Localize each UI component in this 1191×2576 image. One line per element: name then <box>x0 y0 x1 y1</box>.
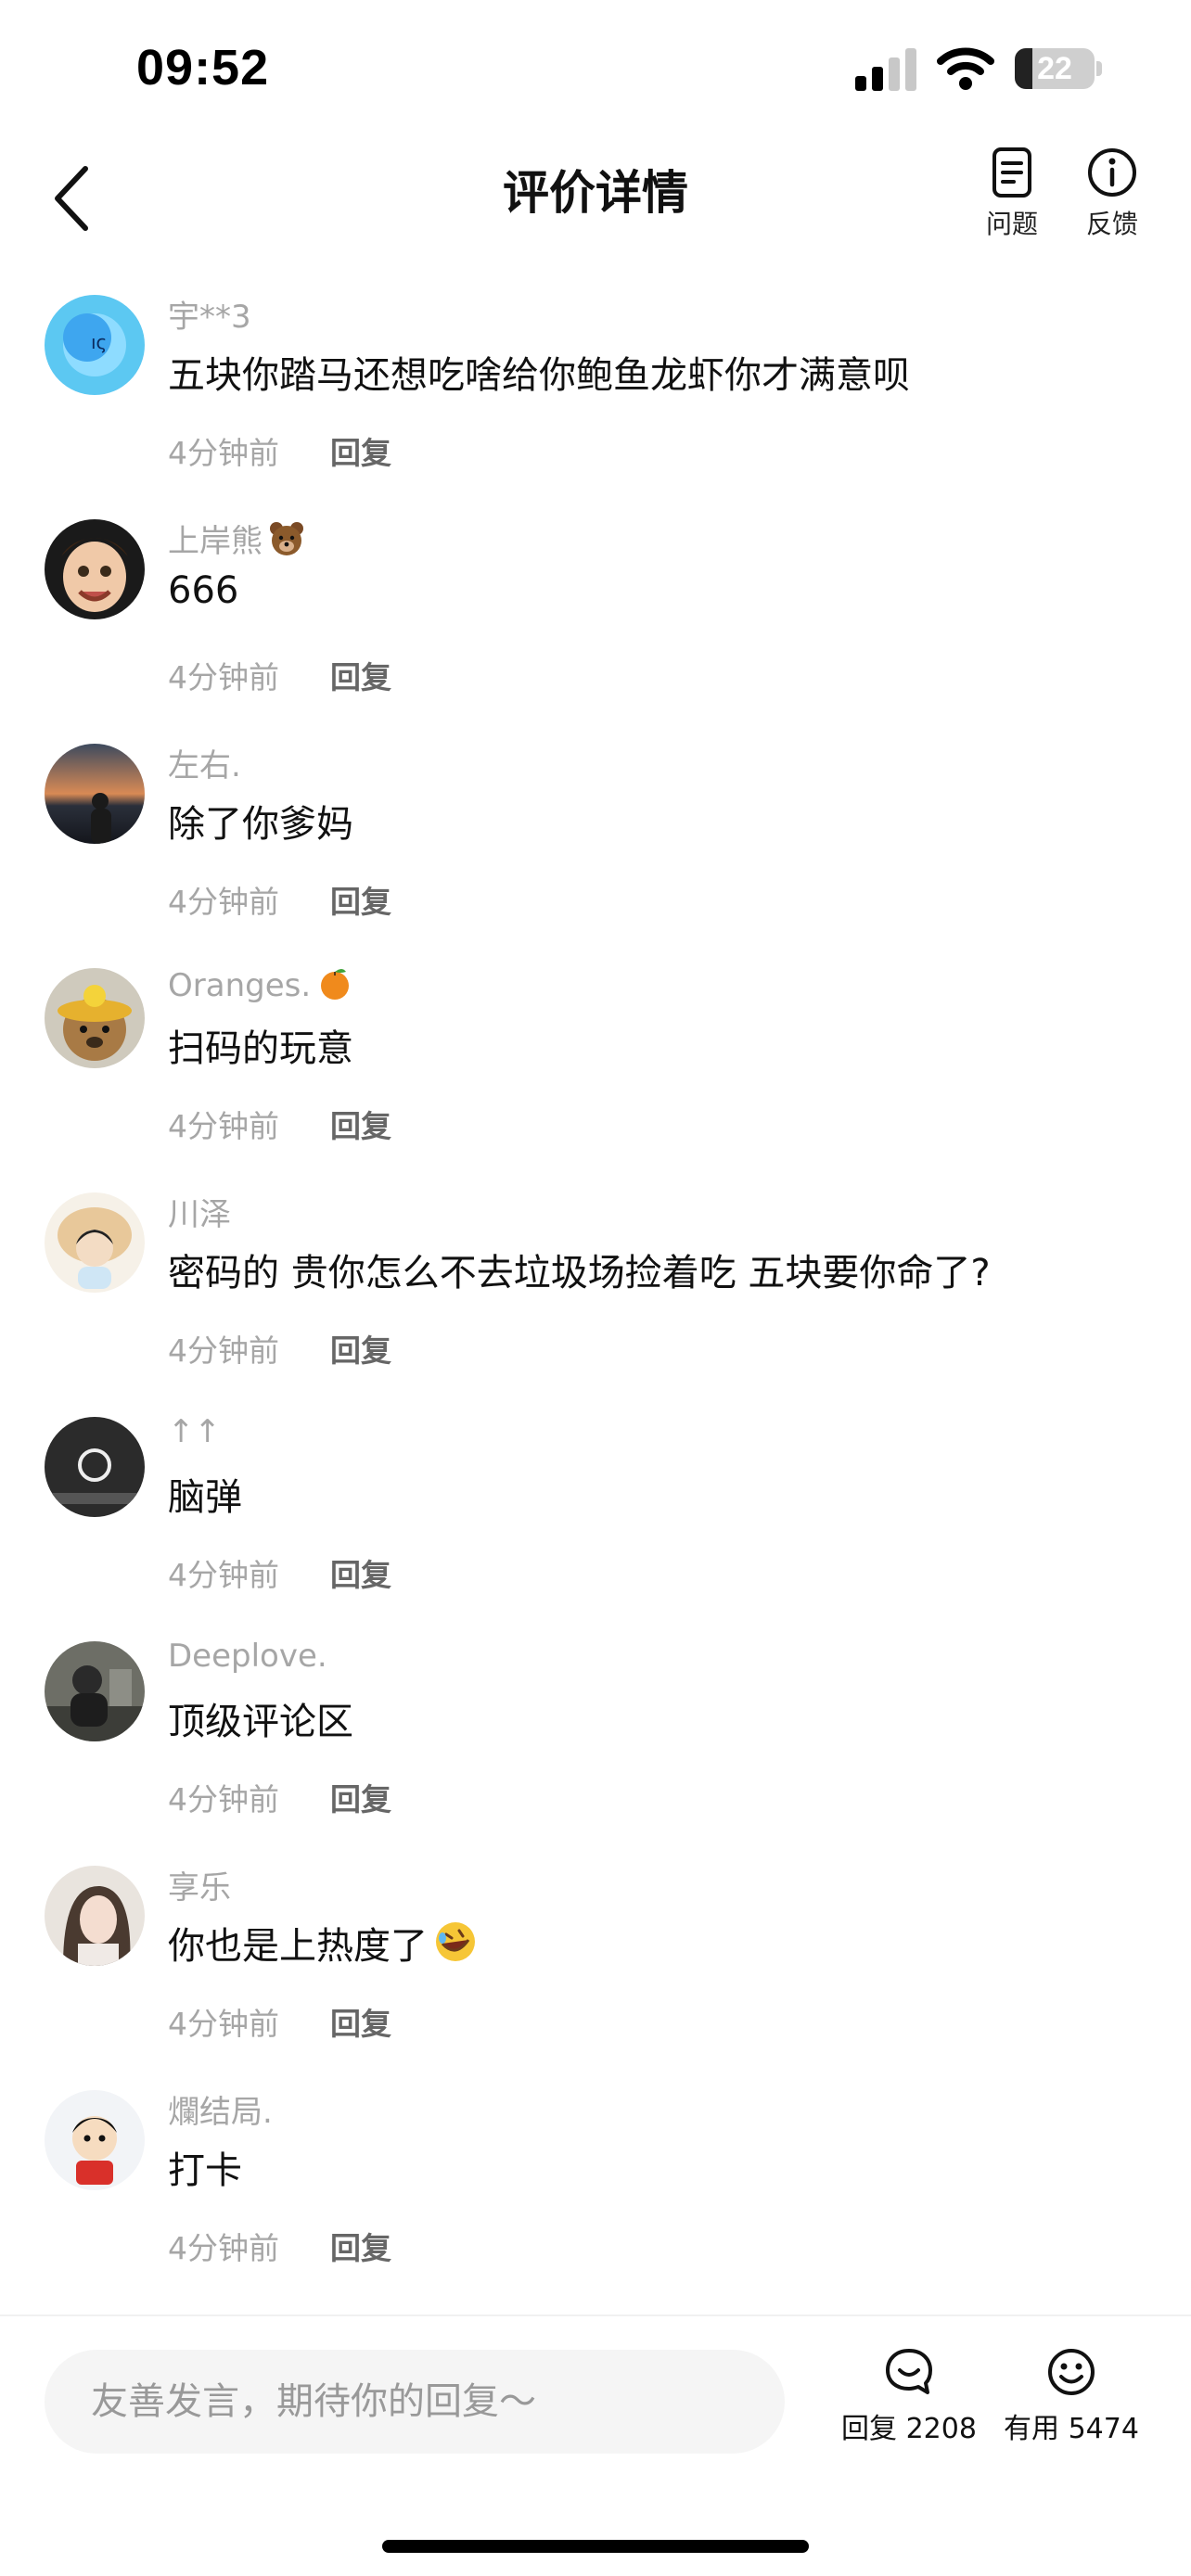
reply-button[interactable]: 回复 <box>330 1102 391 1146</box>
wifi-icon <box>937 47 994 90</box>
comment-time: 4分钟前 <box>168 2006 279 2042</box>
useful-button[interactable]: 有用 5474 <box>992 2346 1150 2446</box>
status-time: 09:52 <box>136 40 270 96</box>
rolling-laughing-emoji-icon <box>436 1922 475 1961</box>
cellular-signal-icon <box>855 48 916 91</box>
reply-button[interactable]: 回复 <box>330 1326 391 1371</box>
home-indicator <box>382 2540 809 2553</box>
avatar[interactable] <box>45 519 145 619</box>
avatar[interactable] <box>45 1192 145 1293</box>
username[interactable]: Deeplove. <box>168 1638 327 1675</box>
reply-button[interactable]: 回复 <box>330 1550 391 1595</box>
reply-button[interactable]: 回复 <box>330 428 391 473</box>
battery-icon: 22 <box>1015 48 1102 89</box>
comment-time: 4分钟前 <box>168 2230 279 2266</box>
comment-text: 脑弹 <box>168 1476 242 1519</box>
reply-count-label: 回复 2208 <box>841 2413 977 2445</box>
comment-text: 打卡 <box>168 2149 242 2192</box>
comment-item[interactable]: 上岸熊 666 4分钟前 回复 <box>0 503 1191 727</box>
feedback-button[interactable]: 反馈 <box>1070 147 1154 241</box>
comment-text: 666 <box>168 569 239 612</box>
comment-item[interactable]: 爛结局. 打卡 4分钟前 回复 <box>0 2073 1191 2298</box>
comment-item[interactable]: 左右. 除了你爹妈 4分钟前 回复 <box>0 727 1191 951</box>
avatar[interactable] <box>45 1417 145 1517</box>
username[interactable]: 川泽 <box>168 1189 231 1234</box>
comment-text: 密码的 贵你怎么不去垃圾场捡着吃 五块要你命了? <box>168 1252 991 1294</box>
tangerine-icon <box>321 969 350 1000</box>
svg-text:ıς: ıς <box>91 331 107 353</box>
avatar[interactable] <box>45 968 145 1068</box>
bear-face-icon <box>270 522 303 555</box>
avatar[interactable] <box>45 1866 145 1966</box>
chat-bubble-icon <box>886 2349 932 2394</box>
comment-text: 扫码的玩意 <box>168 1027 353 1070</box>
useful-count-label: 有用 5474 <box>1004 2413 1139 2445</box>
username[interactable]: 爛结局. <box>168 2086 273 2132</box>
issues-label: 问题 <box>985 209 1038 239</box>
avatar[interactable]: ıς <box>45 295 145 395</box>
comment-text: 除了你爹妈 <box>168 803 353 846</box>
nav-bar: 评价详情 问题 反馈 <box>0 139 1191 260</box>
comment-time: 4分钟前 <box>168 659 279 695</box>
comment-item[interactable]: ↑↑ 脑弹 4分钟前 回复 <box>0 1400 1191 1625</box>
avatar[interactable] <box>45 1641 145 1741</box>
username[interactable]: ↑↑ <box>168 1413 221 1450</box>
reply-button[interactable]: 回复 <box>330 1775 391 1819</box>
reply-count-button[interactable]: 回复 2208 <box>835 2346 983 2446</box>
smiley-icon <box>1048 2349 1095 2395</box>
comment-text: 你也是上热度了 <box>168 1916 478 1970</box>
comment-item[interactable]: 享乐 你也是上热度了 4分钟前 回复 <box>0 1849 1191 2073</box>
comment-time: 4分钟前 <box>168 1557 279 1593</box>
reply-button[interactable]: 回复 <box>330 1999 391 2044</box>
bottom-bar: 友善发言，期待你的回复～ 回复 2208 有用 5474 <box>0 2315 1191 2576</box>
battery-level: 22 <box>1037 51 1072 86</box>
comment-item[interactable]: ıς 宇**3 五块你踏马还想吃啥给你鲍鱼龙虾你才满意呗 4分钟前 回复 <box>0 278 1191 503</box>
comment-item[interactable]: Deeplove. 顶级评论区 4分钟前 回复 <box>0 1625 1191 1849</box>
comment-text: 顶级评论区 <box>168 1701 353 1743</box>
back-button[interactable] <box>45 161 100 236</box>
document-icon <box>992 147 1031 198</box>
username[interactable]: Oranges. <box>168 964 353 1004</box>
reply-button[interactable]: 回复 <box>330 877 391 922</box>
username[interactable]: 上岸熊 <box>168 516 305 561</box>
feedback-label: 反馈 <box>1085 209 1138 239</box>
chevron-left-icon <box>55 166 88 231</box>
username[interactable]: 宇**3 <box>168 291 251 337</box>
username[interactable]: 享乐 <box>168 1862 231 1907</box>
comment-list: ıς 宇**3 五块你踏马还想吃啥给你鲍鱼龙虾你才满意呗 4分钟前 回复 上岸熊… <box>0 278 1191 2298</box>
comment-input[interactable]: 友善发言，期待你的回复～ <box>45 2350 785 2454</box>
avatar[interactable] <box>45 744 145 844</box>
username[interactable]: 左右. <box>168 740 241 785</box>
comment-item[interactable]: 川泽 密码的 贵你怎么不去垃圾场捡着吃 五块要你命了? 4分钟前 回复 <box>0 1176 1191 1400</box>
info-icon <box>1088 148 1136 197</box>
comment-item[interactable]: Oranges. 扫码的玩意 4分钟前 回复 <box>0 951 1191 1176</box>
comment-time: 4分钟前 <box>168 884 279 920</box>
comment-time: 4分钟前 <box>168 435 279 471</box>
comment-time: 4分钟前 <box>168 1108 279 1144</box>
reply-button[interactable]: 回复 <box>330 2224 391 2268</box>
status-bar: 09:52 22 <box>0 0 1191 139</box>
comment-time: 4分钟前 <box>168 1781 279 1817</box>
comment-text: 五块你踏马还想吃啥给你鲍鱼龙虾你才满意呗 <box>168 354 910 397</box>
issues-button[interactable]: 问题 <box>970 147 1054 241</box>
avatar[interactable] <box>45 2090 145 2190</box>
comment-time: 4分钟前 <box>168 1333 279 1369</box>
reply-button[interactable]: 回复 <box>330 653 391 697</box>
